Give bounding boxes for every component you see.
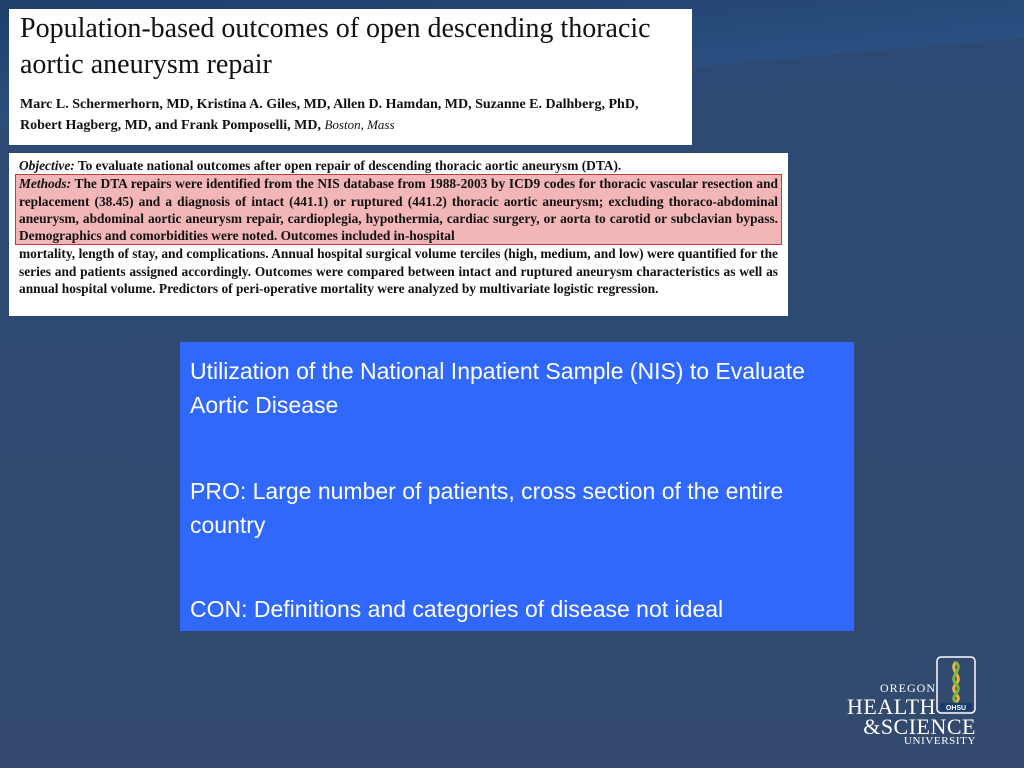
abstract-excerpt: Objective: To evaluate national outcomes… [9, 153, 788, 316]
logo-badge: OHSU [946, 705, 966, 712]
methods-rest-text: mortality, length of stay, and complicat… [19, 246, 778, 297]
summary-box: Utilization of the National Inpatient Sa… [180, 342, 854, 631]
objective-label: Objective: [19, 158, 75, 173]
summary-con: CON: Definitions and categories of disea… [190, 596, 724, 622]
summary-heading: Utilization of the National Inpatient Sa… [190, 358, 805, 418]
summary-pro: PRO: Large number of patients, cross sec… [190, 478, 784, 538]
ohsu-logo: OHSU OREGON HEALTH &SCIENCE UNIVERSITY [846, 656, 980, 750]
methods-label: Methods: [19, 176, 72, 192]
paper-title: Population-based outcomes of open descen… [20, 13, 651, 80]
methods-highlighted-text: The DTA repairs were identified from the… [19, 176, 778, 244]
logo-university: UNIVERSITY [904, 735, 976, 747]
objective-text: To evaluate national outcomes after open… [77, 158, 622, 173]
author-list: Marc L. Schermerhorn, MD, Kristina A. Gi… [20, 95, 681, 136]
ohsu-emblem-icon: OHSU [936, 656, 976, 714]
author-location: Boston, Mass [324, 117, 395, 132]
methods-highlight: Methods: The DTA repairs were identified… [15, 174, 782, 246]
paper-header: Population-based outcomes of open descen… [9, 9, 692, 145]
